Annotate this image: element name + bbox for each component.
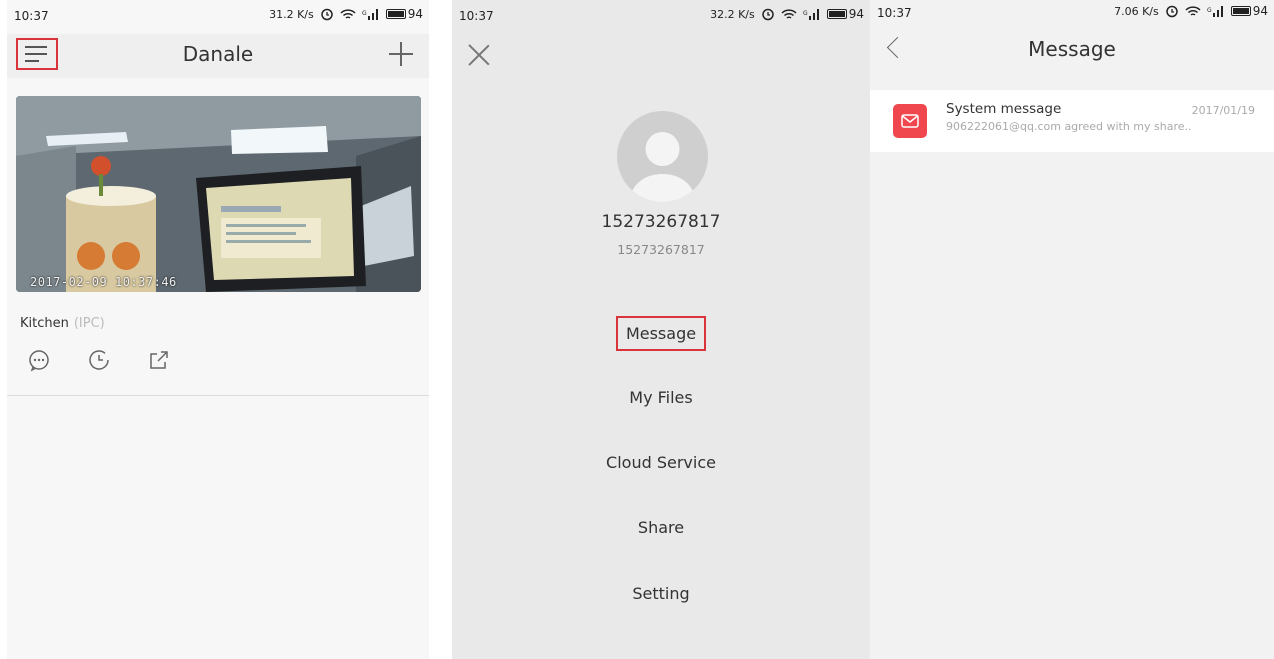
username: 15273267817 <box>601 212 721 232</box>
battery-level: 94 <box>1252 4 1268 18</box>
svg-text:G: G <box>803 10 808 17</box>
battery-icon: 94 <box>385 7 423 21</box>
menu-item-label: My Files <box>629 388 693 407</box>
menu-item-cloud-service[interactable]: Cloud Service <box>452 447 870 478</box>
wifi-icon <box>781 8 797 19</box>
signal-icon: G <box>362 9 378 20</box>
device-label[interactable]: Kitchen (IPC) <box>20 316 105 331</box>
device-type: (IPC) <box>73 316 105 331</box>
battery-icon: 94 <box>826 7 864 21</box>
svg-text:G: G <box>1207 7 1212 14</box>
avatar[interactable] <box>617 111 708 202</box>
message-date: 2017/01/19 <box>1191 104 1255 117</box>
alarm-icon <box>320 8 333 21</box>
divider <box>7 395 429 396</box>
menu-item-label: Cloud Service <box>606 453 716 472</box>
signal-icon: G <box>1207 6 1223 17</box>
message-preview: 906222061@qq.com agreed with my share.. <box>946 120 1192 133</box>
svg-text:G: G <box>362 10 367 17</box>
battery-level: 94 <box>407 7 423 21</box>
status-bar: 10:37 7.06 K/s G 94 <box>870 0 1274 34</box>
network-speed: 31.2 K/s <box>269 7 314 21</box>
app-title: Danale <box>182 42 254 66</box>
menu-item-label: Message <box>615 316 707 351</box>
wifi-icon <box>340 8 356 19</box>
device-actions <box>27 348 171 372</box>
user-id: 15273267817 <box>617 242 705 257</box>
wifi-icon <box>1185 5 1201 16</box>
battery-level: 94 <box>848 7 864 21</box>
camera-preview[interactable]: 2017-02-09 10:37:46 <box>16 96 421 292</box>
menu-item-message[interactable]: Message <box>452 316 870 351</box>
status-time: 10:37 <box>877 6 912 20</box>
close-icon[interactable] <box>468 44 490 66</box>
envelope-icon <box>893 104 927 138</box>
status-time: 10:37 <box>459 9 494 23</box>
menu-item-share[interactable]: Share <box>452 512 870 543</box>
camera-snapshot-image <box>16 96 421 292</box>
share-icon[interactable] <box>147 348 171 372</box>
alarm-icon <box>1165 5 1178 18</box>
status-bar: 10:37 32.2 K/s G 94 <box>452 0 870 34</box>
device-list-screen: 10:37 31.2 K/s G 94 Danale 2017-02-09 10… <box>7 0 429 659</box>
list-item[interactable]: System message 2017/01/19 906222061@qq.c… <box>870 90 1274 152</box>
top-app-bar: Danale <box>7 34 429 78</box>
user-silhouette-icon <box>629 132 696 202</box>
menu-item-label: Setting <box>632 584 690 603</box>
side-menu-screen: 10:37 32.2 K/s G 94 15273267817 15273267… <box>452 0 870 659</box>
menu-item-label: Share <box>637 518 685 537</box>
message-title: System message <box>946 101 1062 117</box>
plus-icon[interactable] <box>387 40 415 68</box>
playback-clock-icon[interactable] <box>87 348 111 372</box>
camera-timestamp: 2017-02-09 10:37:46 <box>30 275 177 289</box>
message-screen: 10:37 7.06 K/s G 94 Message System messa… <box>870 0 1274 659</box>
alarm-icon <box>761 8 774 21</box>
menu-item-setting[interactable]: Setting <box>452 578 870 609</box>
message-icon[interactable] <box>27 348 51 372</box>
page-title: Message <box>1028 37 1116 61</box>
signal-icon: G <box>803 9 819 20</box>
status-time: 10:37 <box>14 9 49 23</box>
network-speed: 7.06 K/s <box>1114 4 1159 18</box>
battery-icon: 94 <box>1230 4 1268 18</box>
menu-item-my-files[interactable]: My Files <box>452 382 870 413</box>
device-name: Kitchen <box>20 316 69 331</box>
status-bar: 10:37 31.2 K/s G 94 <box>7 0 429 34</box>
network-speed: 32.2 K/s <box>710 7 755 21</box>
